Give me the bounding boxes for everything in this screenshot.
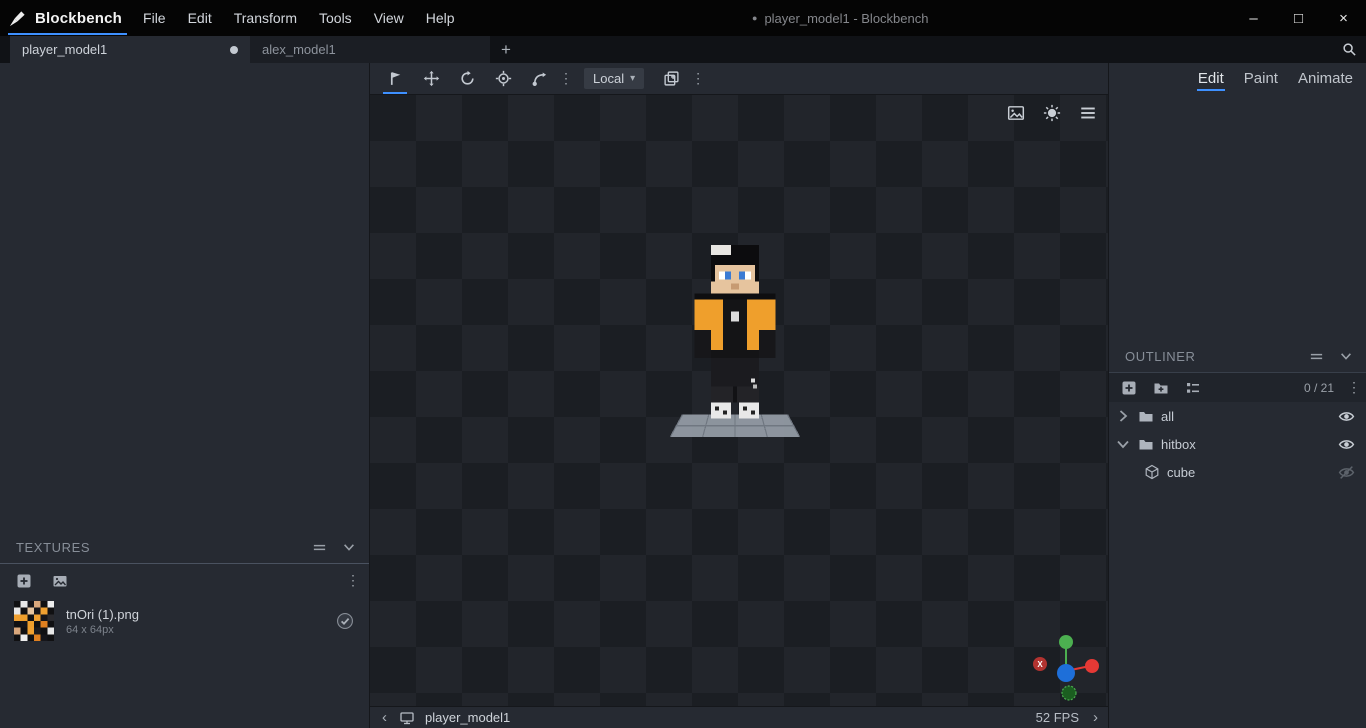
outliner-title: OUTLINER bbox=[1125, 349, 1196, 364]
outliner-row-hitbox[interactable]: hitbox bbox=[1109, 430, 1366, 458]
tab-modified-indicator bbox=[230, 46, 238, 54]
outliner-toolbar: 0 / 21 ⋮ bbox=[1109, 372, 1366, 402]
mode-tab-edit[interactable]: Edit bbox=[1197, 66, 1225, 91]
collapse-panel-icon[interactable] bbox=[1336, 346, 1356, 366]
texture-size: 64 x 64px bbox=[66, 624, 139, 636]
menu-help[interactable]: Help bbox=[415, 0, 466, 36]
resize-tool-button[interactable] bbox=[414, 63, 448, 94]
menu-edit[interactable]: Edit bbox=[177, 0, 223, 36]
create-texture-button[interactable] bbox=[50, 571, 70, 591]
lighting-icon[interactable] bbox=[1042, 103, 1062, 123]
viewport-overlay-toolbar bbox=[1006, 103, 1098, 123]
chevron-right-icon[interactable] bbox=[1115, 408, 1131, 424]
project-tabbar: player_model1 alex_model1 + bbox=[0, 36, 1366, 63]
menu-file[interactable]: File bbox=[132, 0, 177, 36]
tab-label: player_model1 bbox=[22, 42, 107, 57]
selection-count: 0 / 21 bbox=[1304, 381, 1334, 395]
visibility-toggle-on[interactable] bbox=[1336, 406, 1356, 426]
3d-viewport[interactable]: X bbox=[370, 94, 1108, 707]
player-model bbox=[670, 245, 800, 455]
outliner-row-all[interactable]: all bbox=[1109, 402, 1366, 430]
import-texture-button[interactable] bbox=[14, 571, 34, 591]
rotate-tool-button[interactable] bbox=[450, 63, 484, 94]
move-tool-button[interactable] bbox=[378, 63, 412, 94]
view-axis-gizmo[interactable]: X bbox=[1031, 633, 1101, 703]
blockbench-window: Blockbench File Edit Transform Tools Vie… bbox=[0, 0, 1366, 728]
right-panel: Edit Paint Animate OUTLINER bbox=[1108, 63, 1366, 728]
svg-text:X: X bbox=[1037, 660, 1043, 669]
menu-view[interactable]: View bbox=[363, 0, 415, 36]
statusbar: ‹ player_model1 52 FPS › bbox=[370, 707, 1108, 728]
background-image-icon[interactable] bbox=[1006, 103, 1026, 123]
outliner-item-label: hitbox bbox=[1161, 437, 1196, 452]
outliner-panel-header: OUTLINER bbox=[1109, 340, 1366, 372]
textures-toolbar: ⋮ bbox=[0, 563, 369, 597]
mode-tab-animate[interactable]: Animate bbox=[1297, 66, 1354, 91]
duplicate-tool-button[interactable] bbox=[654, 63, 688, 94]
blockbench-logo-icon bbox=[8, 9, 27, 28]
search-icon bbox=[1342, 42, 1357, 57]
previous-project-button[interactable]: ‹ bbox=[380, 709, 389, 726]
app-menu-button[interactable]: Blockbench bbox=[0, 0, 132, 36]
outliner-item-label: all bbox=[1161, 409, 1174, 424]
chevron-down-icon[interactable] bbox=[1115, 436, 1131, 452]
outliner-row-cube[interactable]: cube bbox=[1109, 458, 1366, 486]
cube-icon bbox=[1144, 464, 1160, 480]
textures-title: TEXTURES bbox=[16, 540, 90, 555]
titlebar: Blockbench File Edit Transform Tools Vie… bbox=[0, 0, 1366, 36]
folder-icon bbox=[1138, 408, 1154, 424]
main-toolbar: ⋮ Local ▾ ⋮ bbox=[370, 63, 1108, 94]
vertex-snap-tool-button[interactable] bbox=[522, 63, 556, 94]
window-title: ● player_model1 - Blockbench bbox=[752, 0, 928, 36]
folder-icon bbox=[1138, 436, 1154, 452]
modified-indicator: ● bbox=[752, 13, 757, 23]
close-button[interactable]: × bbox=[1321, 0, 1366, 36]
next-project-button[interactable]: › bbox=[1091, 709, 1100, 726]
add-group-button[interactable] bbox=[1151, 378, 1171, 398]
tab-alex-model1[interactable]: alex_model1 bbox=[250, 36, 490, 63]
viewport-menu-icon[interactable] bbox=[1078, 103, 1098, 123]
toolbar-overflow-button-2[interactable]: ⋮ bbox=[690, 63, 706, 94]
collapse-panel-icon[interactable] bbox=[339, 537, 359, 557]
textures-panel-header: TEXTURES bbox=[0, 531, 369, 563]
visibility-toggle-on[interactable] bbox=[1336, 434, 1356, 454]
mode-tab-paint[interactable]: Paint bbox=[1243, 66, 1279, 91]
texture-name: tnOri (1).png bbox=[66, 607, 139, 622]
add-cube-button[interactable] bbox=[1119, 378, 1139, 398]
textures-overflow-button[interactable]: ⋮ bbox=[345, 565, 361, 596]
brand-active-underline bbox=[8, 33, 127, 35]
outliner-item-label: cube bbox=[1167, 465, 1195, 480]
fps-counter: 52 FPS bbox=[1036, 710, 1079, 725]
menu-transform[interactable]: Transform bbox=[223, 0, 308, 36]
center-column: ⋮ Local ▾ ⋮ bbox=[370, 63, 1108, 728]
tab-label: alex_model1 bbox=[262, 42, 336, 57]
transform-space-value: Local bbox=[593, 71, 624, 86]
left-panel: TEXTURES ⋮ bbox=[0, 63, 370, 728]
outliner-overflow-button[interactable]: ⋮ bbox=[1346, 372, 1362, 403]
chevron-down-icon: ▾ bbox=[630, 73, 635, 84]
maximize-button[interactable]: □ bbox=[1276, 0, 1321, 36]
panel-menu-icon[interactable] bbox=[1306, 346, 1326, 366]
pivot-tool-button[interactable] bbox=[486, 63, 520, 94]
search-button[interactable] bbox=[1332, 36, 1366, 63]
toggle-options-button[interactable] bbox=[1183, 378, 1203, 398]
toolbar-overflow-button[interactable]: ⋮ bbox=[558, 63, 574, 94]
window-title-text: player_model1 - Blockbench bbox=[764, 11, 928, 26]
window-controls: – □ × bbox=[1231, 0, 1366, 36]
visibility-toggle-off[interactable] bbox=[1336, 462, 1356, 482]
texture-thumbnail bbox=[14, 601, 54, 641]
panel-menu-icon[interactable] bbox=[309, 537, 329, 557]
project-format-icon bbox=[399, 710, 415, 726]
status-project-name: player_model1 bbox=[425, 710, 510, 725]
texture-saved-icon[interactable] bbox=[335, 611, 355, 631]
menu-tools[interactable]: Tools bbox=[308, 0, 363, 36]
brand-label: Blockbench bbox=[35, 10, 122, 27]
tab-player-model1[interactable]: player_model1 bbox=[10, 36, 250, 63]
texture-item[interactable]: tnOri (1).png 64 x 64px bbox=[0, 597, 369, 645]
new-tab-button[interactable]: + bbox=[490, 36, 522, 63]
minimize-button[interactable]: – bbox=[1231, 0, 1276, 36]
transform-space-dropdown[interactable]: Local ▾ bbox=[584, 68, 644, 89]
mode-tabs: Edit Paint Animate bbox=[1109, 63, 1366, 94]
